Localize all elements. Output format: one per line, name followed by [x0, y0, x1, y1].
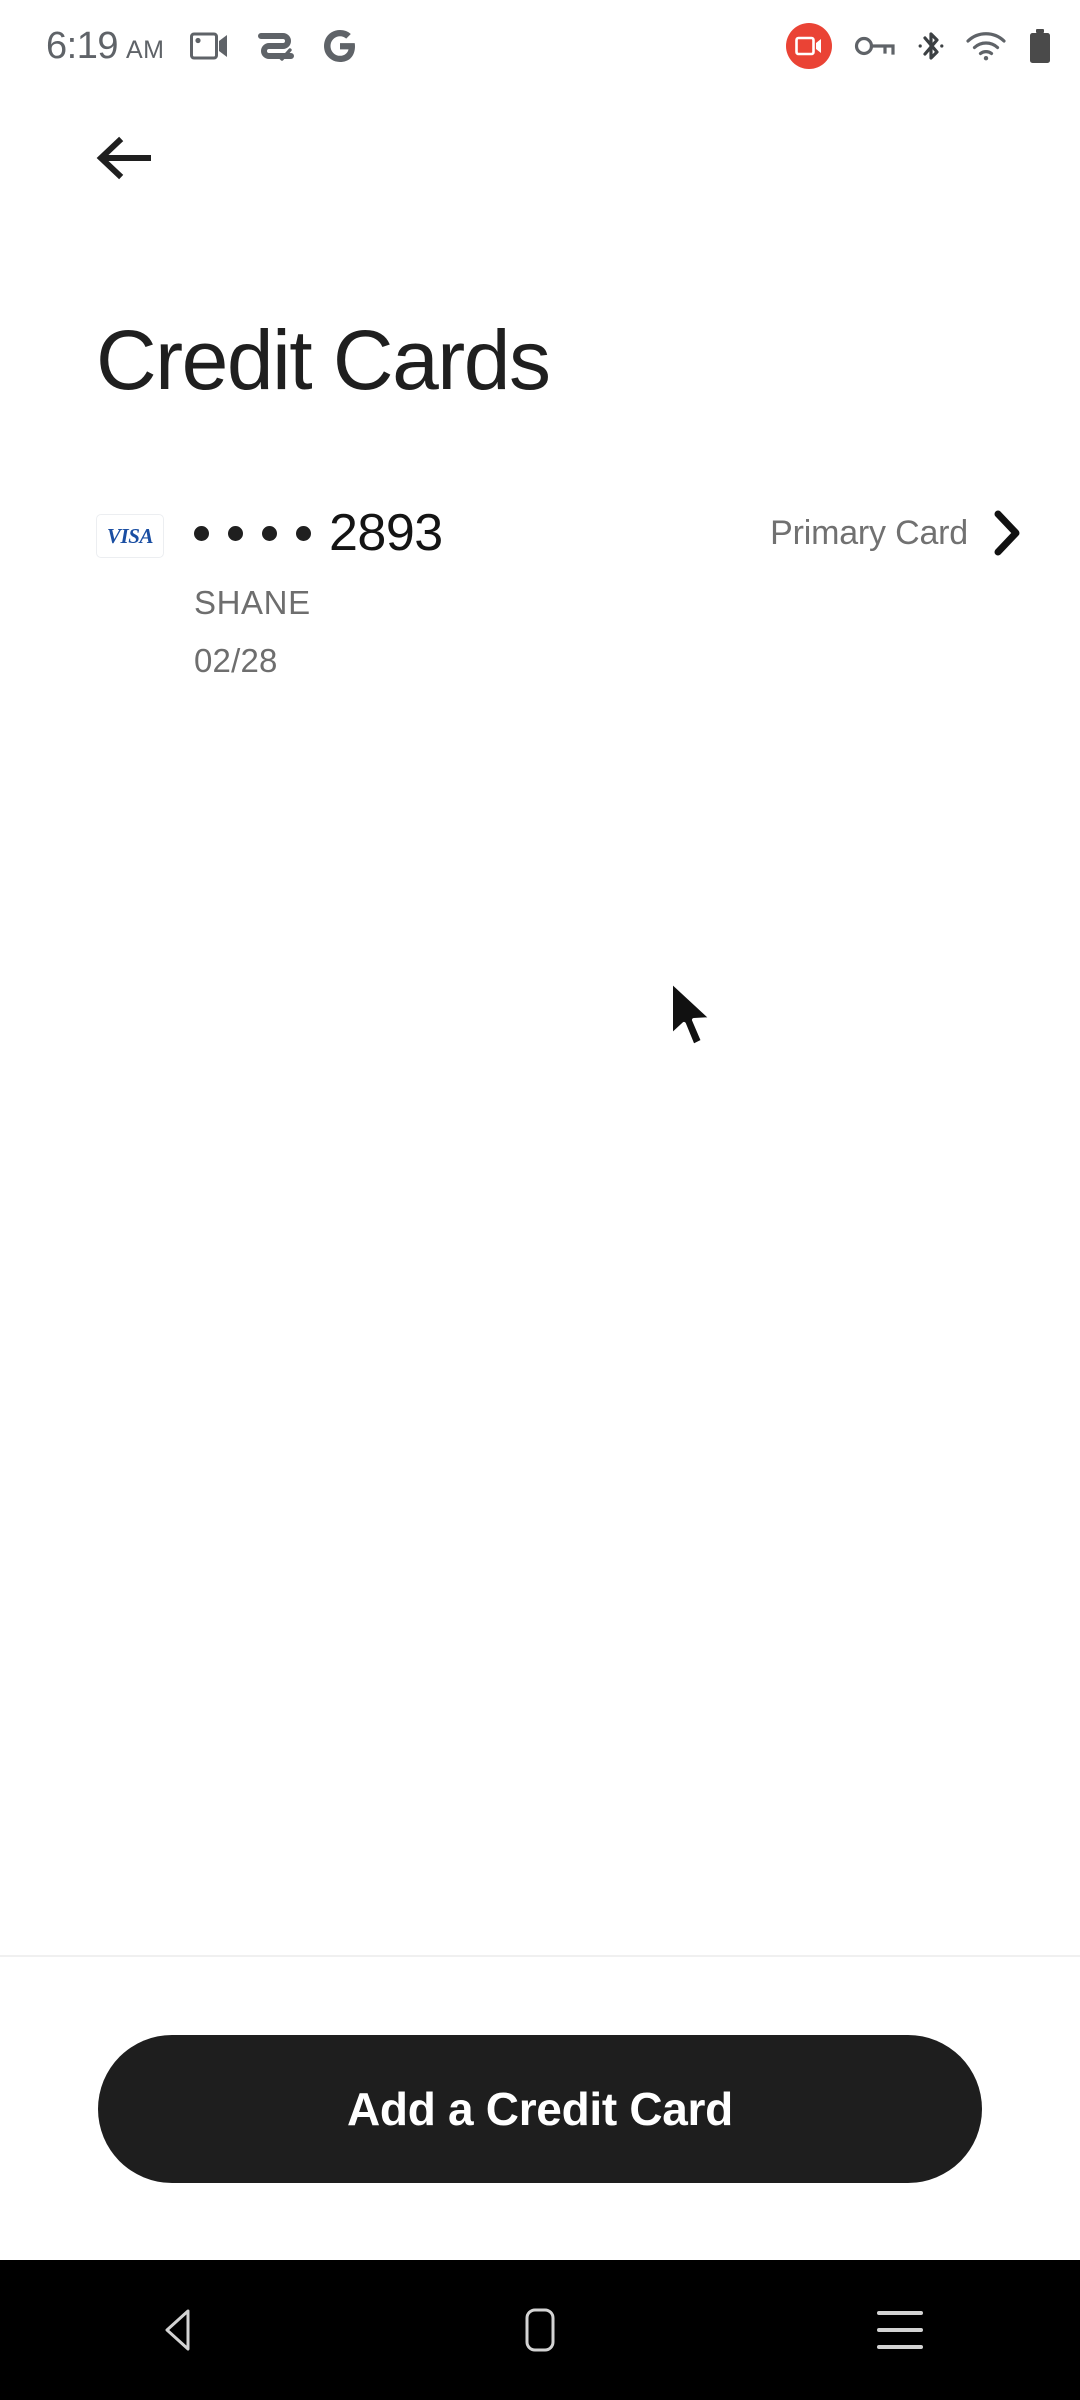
- google-icon: [324, 30, 356, 62]
- add-credit-card-button[interactable]: Add a Credit Card: [98, 2034, 982, 2183]
- vpn-key-icon: [854, 36, 895, 56]
- primary-card-badge: Primary Card: [770, 513, 968, 552]
- status-bar-right: [786, 23, 1052, 69]
- system-navigation-bar: [0, 2260, 1080, 2400]
- nav-recents-button[interactable]: [720, 2260, 1080, 2400]
- nav-back-button[interactable]: [0, 2260, 360, 2400]
- credit-card-row[interactable]: VISA 2893 SHANE 02/28 Primary Card: [0, 500, 1080, 680]
- card-expiry-date: 02/28: [194, 642, 278, 679]
- card-row-left: VISA 2893 SHANE 02/28: [96, 500, 443, 680]
- adaptive-charging-icon: [258, 33, 295, 61]
- screen-recording-active-badge: [786, 23, 832, 69]
- card-row-right[interactable]: Primary Card: [770, 500, 1024, 566]
- bluetooth-icon: [918, 32, 944, 60]
- clock-time: 6:19: [46, 24, 118, 67]
- nav-back-triangle-icon: [165, 2309, 190, 2351]
- nav-home-rect-icon: [525, 2308, 555, 2352]
- visa-brand-icon: VISA: [96, 514, 164, 558]
- footer-bar: Add a Credit Card: [0, 1957, 1080, 2260]
- status-bar-clock: 6:19 AM: [46, 25, 164, 68]
- masked-digits-icon: [194, 525, 311, 541]
- card-details: 2893 SHANE 02/28: [194, 500, 443, 680]
- mouse-cursor: [669, 979, 714, 1048]
- nav-recents-lines-icon: [877, 2311, 923, 2349]
- screen-record-icon: [190, 32, 228, 60]
- card-holder-name: SHANE: [194, 584, 311, 621]
- credit-card-list: VISA 2893 SHANE 02/28 Primary Card: [0, 500, 1080, 680]
- clock-meridiem: AM: [125, 35, 165, 64]
- phone-screen: 6:19 AM Credit Cards VISA 2893 SHANE 02/…: [0, 0, 1080, 2400]
- page-title: Credit Cards: [96, 313, 551, 407]
- app-bar: [0, 92, 1080, 224]
- wifi-icon: [966, 32, 1006, 61]
- visa-logo-text: VISA: [106, 523, 154, 548]
- card-last-four: 2893: [329, 504, 443, 562]
- card-number-line: 2893: [194, 500, 443, 566]
- status-bar-left: 6:19 AM: [46, 25, 358, 68]
- battery-icon: [1030, 29, 1050, 63]
- chevron-right-icon[interactable]: [990, 508, 1024, 558]
- back-button[interactable]: [84, 116, 168, 200]
- nav-home-button[interactable]: [360, 2260, 720, 2400]
- status-bar: 6:19 AM: [0, 0, 1080, 92]
